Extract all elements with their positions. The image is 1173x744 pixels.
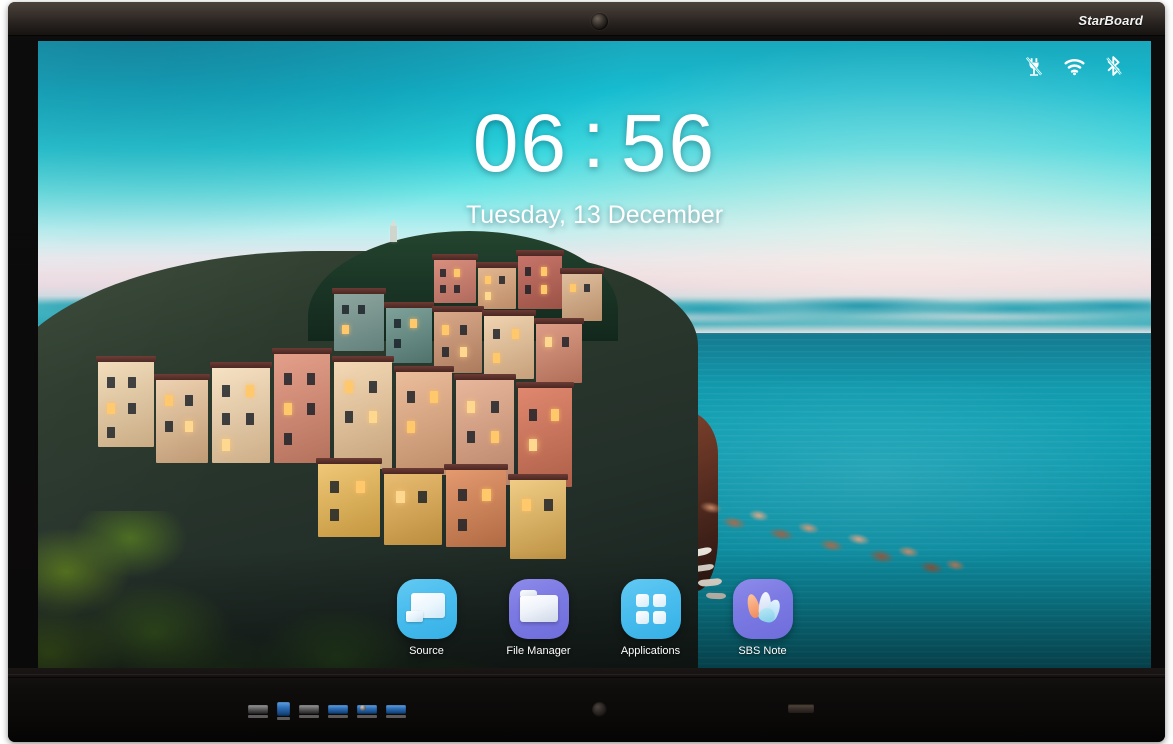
wifi-icon[interactable] bbox=[1063, 55, 1085, 77]
bottom-bezel bbox=[8, 668, 1165, 742]
apps-grid-icon[interactable] bbox=[620, 579, 681, 639]
io-port-cluster bbox=[248, 702, 406, 720]
display-chassis: StarBoard 06: 56 Tuesday, 13 December S… bbox=[8, 2, 1165, 742]
source-display-icon[interactable] bbox=[396, 579, 457, 639]
display-screen[interactable]: 06:56 Tuesday, 13 December Source File M… bbox=[38, 41, 1151, 670]
app-dock: Source File Manager Applications SBS Not… bbox=[38, 579, 1151, 657]
cast-disabled-icon[interactable] bbox=[1023, 55, 1045, 77]
camera-lens-icon bbox=[591, 13, 608, 30]
dock-label-source: Source bbox=[409, 645, 444, 657]
usb-b-touch-port[interactable] bbox=[277, 702, 290, 720]
speaker-vent bbox=[788, 704, 814, 713]
brand-logo: StarBoard bbox=[1078, 13, 1143, 28]
dock-label-applications: Applications bbox=[620, 645, 681, 657]
folder-icon[interactable] bbox=[508, 579, 569, 639]
indicator-led bbox=[360, 705, 366, 711]
hdmi-port-1[interactable] bbox=[248, 704, 268, 718]
sbs-note-petals-icon[interactable] bbox=[732, 579, 793, 639]
dock-item-applications[interactable]: Applications bbox=[617, 579, 685, 657]
dock-item-source[interactable]: Source bbox=[393, 579, 461, 657]
dock-item-sbs-note[interactable]: SBS Note bbox=[729, 579, 797, 657]
hdmi-port-2[interactable] bbox=[299, 704, 319, 718]
top-bezel bbox=[8, 2, 1165, 36]
status-bar bbox=[1023, 55, 1125, 77]
usb-port-1[interactable] bbox=[328, 704, 348, 718]
bluetooth-disabled-icon[interactable] bbox=[1103, 55, 1125, 77]
usb-port-3[interactable] bbox=[386, 704, 406, 718]
dock-label-file-manager: File Manager bbox=[506, 645, 571, 657]
dock-item-file-manager[interactable]: File Manager bbox=[505, 579, 573, 657]
dock-label-sbs-note: SBS Note bbox=[738, 645, 787, 657]
power-button[interactable] bbox=[592, 702, 607, 717]
screenshot-root: StarBoard 06: 56 Tuesday, 13 December S… bbox=[0, 0, 1173, 744]
